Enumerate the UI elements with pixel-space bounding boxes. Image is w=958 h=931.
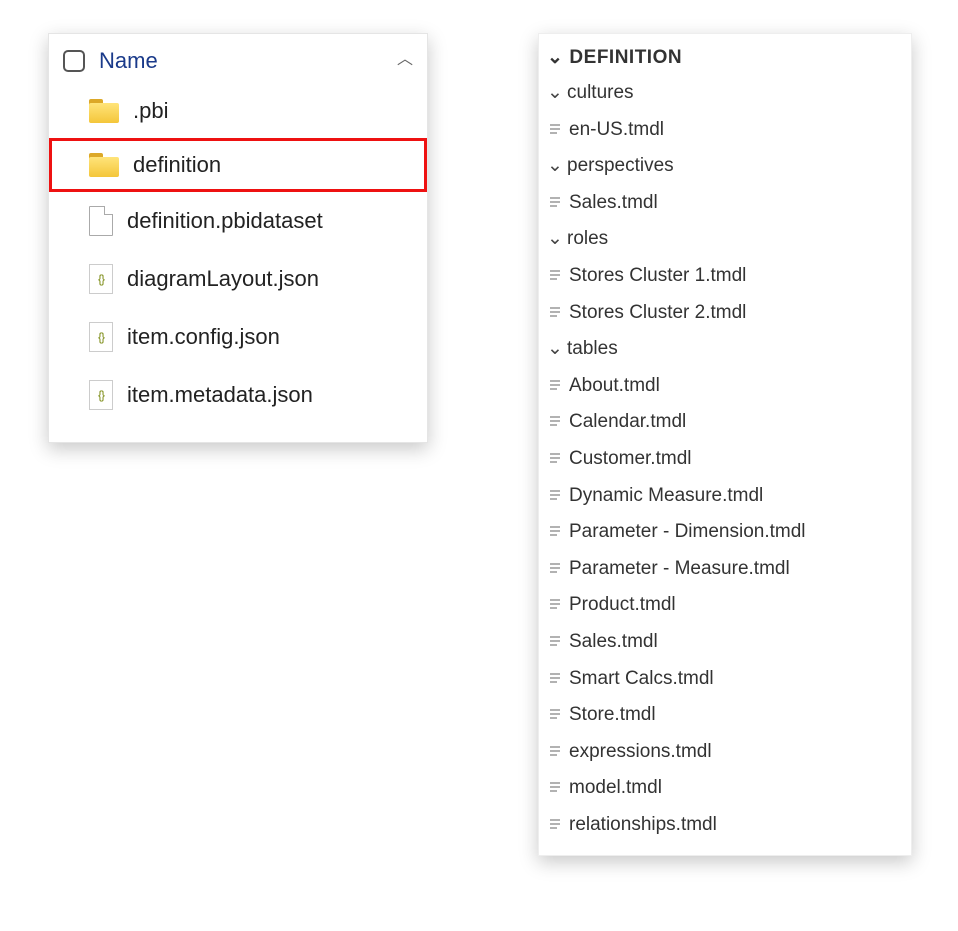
file-label: Sales.tmdl xyxy=(569,629,658,656)
tree-file[interactable]: Customer.tmdl xyxy=(539,441,911,478)
file-explorer-panel: Name ︿ .pbi definition definition.pbidatas… xyxy=(48,33,428,443)
chevron-down-icon: ⌄ xyxy=(547,46,563,69)
folder-row[interactable]: definition xyxy=(49,138,427,192)
file-lines-icon xyxy=(547,592,563,619)
file-label: Parameter - Dimension.tmdl xyxy=(569,519,806,546)
file-row[interactable]: {} item.metadata.json xyxy=(49,366,427,424)
file-label: Sales.tmdl xyxy=(569,190,658,217)
tree-file[interactable]: Sales.tmdl xyxy=(539,624,911,661)
tree-file[interactable]: Dynamic Measure.tmdl xyxy=(539,478,911,515)
file-name-label: definition.pbidataset xyxy=(127,208,323,234)
tree-file[interactable]: expressions.tmdl xyxy=(539,734,911,771)
chevron-down-icon: ⌄ xyxy=(547,80,561,107)
file-lines-icon xyxy=(547,300,563,327)
file-label: Calendar.tmdl xyxy=(569,409,686,436)
json-file-icon: {} xyxy=(89,380,113,410)
file-label: Store.tmdl xyxy=(569,702,656,729)
file-lines-icon xyxy=(547,702,563,729)
folder-icon xyxy=(89,153,119,177)
file-label: Product.tmdl xyxy=(569,592,676,619)
folder-label: tables xyxy=(567,336,618,363)
file-label: Customer.tmdl xyxy=(569,446,691,473)
vscode-explorer-panel: ⌄ DEFINITION ⌄culturesen-US.tmdl⌄perspec… xyxy=(538,33,912,856)
chevron-down-icon: ⌄ xyxy=(547,226,561,253)
chevron-down-icon: ⌄ xyxy=(547,336,561,363)
tree-folder[interactable]: ⌄tables xyxy=(539,331,911,368)
chevron-up-icon[interactable]: ︿ xyxy=(397,45,413,69)
folder-label: cultures xyxy=(567,80,634,107)
tree-file[interactable]: relationships.tmdl xyxy=(539,807,911,844)
file-label: Stores Cluster 2.tmdl xyxy=(569,300,746,327)
file-row[interactable]: definition.pbidataset xyxy=(49,192,427,250)
file-label: About.tmdl xyxy=(569,373,660,400)
file-lines-icon xyxy=(547,373,563,400)
file-lines-icon xyxy=(547,739,563,766)
tree-file[interactable]: Product.tmdl xyxy=(539,587,911,624)
column-name[interactable]: Name xyxy=(99,48,158,74)
file-lines-icon xyxy=(547,483,563,510)
file-name-label: item.config.json xyxy=(127,324,280,350)
file-lines-icon xyxy=(547,519,563,546)
file-lines-icon xyxy=(547,629,563,656)
file-lines-icon xyxy=(547,263,563,290)
file-label: Stores Cluster 1.tmdl xyxy=(569,263,746,290)
file-label: Parameter - Measure.tmdl xyxy=(569,556,790,583)
file-lines-icon xyxy=(547,556,563,583)
tree-file[interactable]: Smart Calcs.tmdl xyxy=(539,661,911,698)
file-lines-icon xyxy=(547,775,563,802)
tree-root[interactable]: ⌄ DEFINITION xyxy=(539,40,911,75)
file-name-label: definition xyxy=(133,152,221,178)
file-label: model.tmdl xyxy=(569,775,662,802)
file-name-label: .pbi xyxy=(133,98,168,124)
tree-file[interactable]: Store.tmdl xyxy=(539,697,911,734)
tree-file[interactable]: model.tmdl xyxy=(539,770,911,807)
tree-file[interactable]: Sales.tmdl xyxy=(539,185,911,222)
tree-file[interactable]: Stores Cluster 2.tmdl xyxy=(539,295,911,332)
folder-label: roles xyxy=(567,226,608,253)
file-lines-icon xyxy=(547,446,563,473)
file-label: Dynamic Measure.tmdl xyxy=(569,483,763,510)
tree-folder[interactable]: ⌄perspectives xyxy=(539,148,911,185)
tree-file[interactable]: en-US.tmdl xyxy=(539,112,911,149)
explorer-header: Name ︿ xyxy=(49,40,427,84)
tree-file[interactable]: Stores Cluster 1.tmdl xyxy=(539,258,911,295)
root-label: DEFINITION xyxy=(569,47,682,69)
tree-folder[interactable]: ⌄cultures xyxy=(539,75,911,112)
file-row[interactable]: {} diagramLayout.json xyxy=(49,250,427,308)
folder-label: perspectives xyxy=(567,153,674,180)
file-name-label: diagramLayout.json xyxy=(127,266,319,292)
tree-file[interactable]: Calendar.tmdl xyxy=(539,404,911,441)
file-lines-icon xyxy=(547,666,563,693)
file-lines-icon xyxy=(547,812,563,839)
tree-file[interactable]: About.tmdl xyxy=(539,368,911,405)
folder-row[interactable]: .pbi xyxy=(49,84,427,138)
json-file-icon: {} xyxy=(89,322,113,352)
file-label: expressions.tmdl xyxy=(569,739,712,766)
tree-file[interactable]: Parameter - Measure.tmdl xyxy=(539,551,911,588)
file-lines-icon xyxy=(547,190,563,217)
file-lines-icon xyxy=(547,409,563,436)
chevron-down-icon: ⌄ xyxy=(547,153,561,180)
file-label: Smart Calcs.tmdl xyxy=(569,666,714,693)
file-name-label: item.metadata.json xyxy=(127,382,313,408)
folder-icon xyxy=(89,99,119,123)
tree-folder[interactable]: ⌄roles xyxy=(539,221,911,258)
select-all-checkbox[interactable] xyxy=(63,50,85,72)
file-row[interactable]: {} item.config.json xyxy=(49,308,427,366)
file-label: relationships.tmdl xyxy=(569,812,717,839)
file-icon xyxy=(89,206,113,236)
file-lines-icon xyxy=(547,117,563,144)
file-label: en-US.tmdl xyxy=(569,117,664,144)
tree-file[interactable]: Parameter - Dimension.tmdl xyxy=(539,514,911,551)
json-file-icon: {} xyxy=(89,264,113,294)
